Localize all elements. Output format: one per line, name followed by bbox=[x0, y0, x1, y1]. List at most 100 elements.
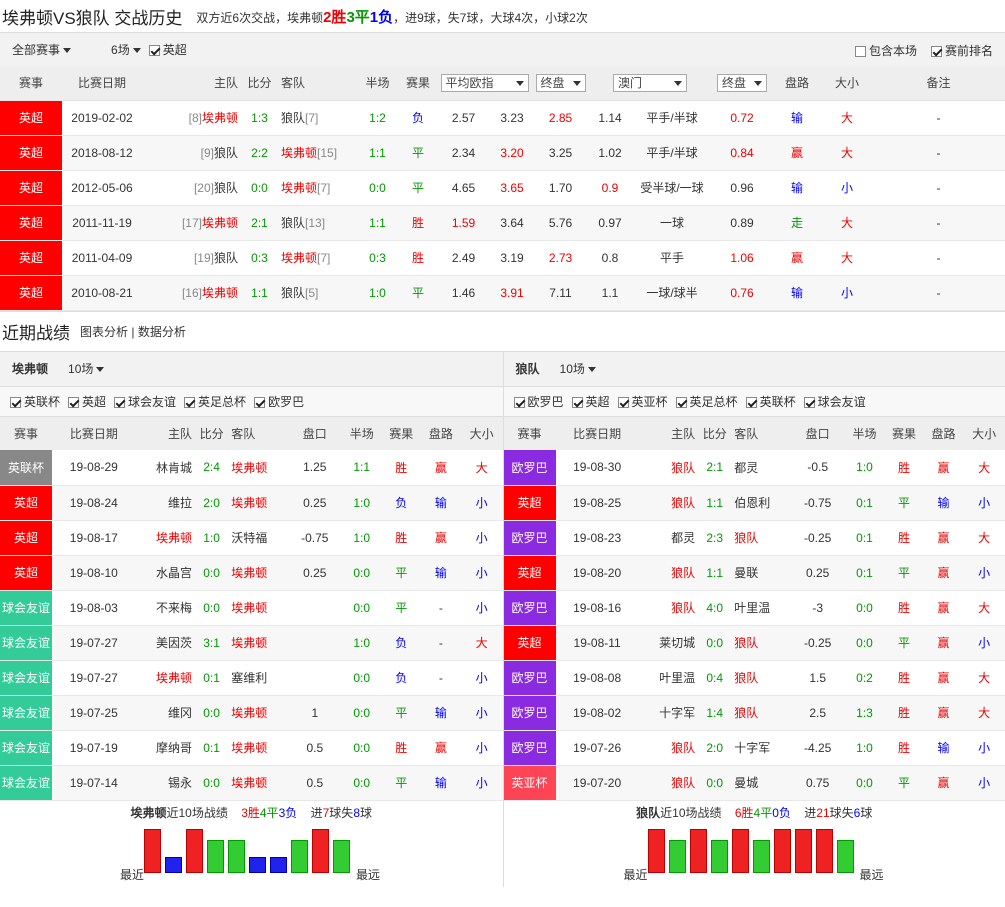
home-team[interactable]: 莱切城 bbox=[638, 625, 700, 661]
league-badge[interactable]: 欧罗巴 bbox=[503, 695, 556, 731]
match-count-dropdown[interactable]: 10场 bbox=[560, 360, 596, 377]
away-team[interactable]: 曼联 bbox=[730, 555, 791, 591]
home-team[interactable]: 摩纳哥 bbox=[135, 730, 196, 766]
competition-dropdown[interactable]: 全部赛事 bbox=[12, 41, 72, 58]
league-badge[interactable]: 英超 bbox=[0, 135, 62, 171]
match-score[interactable]: 0:0 bbox=[195, 695, 228, 731]
chart-analysis-link[interactable]: 图表分析 bbox=[80, 325, 128, 339]
league-badge[interactable]: 欧罗巴 bbox=[503, 450, 556, 486]
league-checkbox[interactable]: 英超 bbox=[148, 41, 187, 58]
away-team[interactable]: 埃弗顿 bbox=[227, 765, 288, 801]
away-team[interactable]: 埃弗顿[7] bbox=[277, 170, 355, 206]
hcp-stage-select[interactable]: 终盘 bbox=[712, 66, 772, 101]
filter-checkbox[interactable]: 欧罗巴 bbox=[254, 393, 304, 410]
match-count-dropdown[interactable]: 6场 bbox=[111, 41, 141, 58]
league-badge[interactable]: 英超 bbox=[0, 485, 53, 521]
away-team[interactable]: 都灵 bbox=[730, 450, 791, 486]
match-score[interactable]: 0:0 bbox=[195, 555, 228, 591]
match-count-dropdown[interactable]: 10场 bbox=[68, 360, 105, 377]
home-team[interactable]: 都灵 bbox=[638, 520, 700, 556]
home-team[interactable]: 十字军 bbox=[638, 695, 700, 731]
league-badge[interactable]: 英超 bbox=[0, 100, 62, 136]
home-team[interactable]: 狼队 bbox=[638, 590, 700, 626]
match-score[interactable]: 0:0 bbox=[699, 625, 731, 661]
match-score[interactable]: 0:1 bbox=[195, 660, 228, 696]
away-team[interactable]: 狼队 bbox=[730, 695, 791, 731]
league-badge[interactable]: 英超 bbox=[0, 240, 62, 276]
league-badge[interactable]: 英超 bbox=[0, 520, 53, 556]
home-team[interactable]: [9]狼队 bbox=[142, 135, 242, 171]
match-score[interactable]: 0:0 bbox=[195, 590, 228, 626]
match-score[interactable]: 2:2 bbox=[242, 135, 277, 171]
away-team[interactable]: 埃弗顿 bbox=[227, 485, 288, 521]
home-team[interactable]: 不来梅 bbox=[135, 590, 196, 626]
away-team[interactable]: 十字军 bbox=[730, 730, 791, 766]
home-team[interactable]: [8]埃弗顿 bbox=[142, 100, 242, 136]
home-team[interactable]: 林肯城 bbox=[135, 450, 196, 486]
league-badge[interactable]: 英超 bbox=[0, 275, 62, 311]
away-team[interactable]: 埃弗顿 bbox=[227, 555, 288, 591]
match-score[interactable]: 1:1 bbox=[699, 485, 731, 521]
league-badge[interactable]: 英联杯 bbox=[0, 450, 53, 486]
away-team[interactable]: 埃弗顿[7] bbox=[277, 240, 355, 276]
home-team[interactable]: [19]狼队 bbox=[142, 240, 242, 276]
league-badge[interactable]: 英超 bbox=[503, 485, 556, 521]
match-score[interactable]: 0:4 bbox=[699, 660, 731, 696]
away-team[interactable]: 狼队[7] bbox=[277, 100, 355, 136]
home-team[interactable]: [20]狼队 bbox=[142, 170, 242, 206]
match-score[interactable]: 1:1 bbox=[699, 555, 731, 591]
match-score[interactable]: 2:3 bbox=[699, 520, 731, 556]
away-team[interactable]: 沃特福 bbox=[227, 520, 288, 556]
league-badge[interactable]: 欧罗巴 bbox=[503, 520, 556, 556]
filter-checkbox[interactable]: 英联杯 bbox=[10, 393, 60, 410]
league-badge[interactable]: 球会友谊 bbox=[0, 590, 53, 626]
match-score[interactable]: 3:1 bbox=[195, 625, 228, 661]
away-team[interactable]: 狼队 bbox=[730, 520, 791, 556]
away-team[interactable]: 曼城 bbox=[730, 765, 791, 801]
match-score[interactable]: 2:1 bbox=[242, 205, 277, 241]
match-score[interactable]: 4:0 bbox=[699, 590, 731, 626]
home-team[interactable]: 维拉 bbox=[135, 485, 196, 521]
home-team[interactable]: 锡永 bbox=[135, 765, 196, 801]
home-team[interactable]: 维冈 bbox=[135, 695, 196, 731]
pre-rank-checkbox[interactable]: 赛前排名 bbox=[930, 42, 993, 59]
match-score[interactable]: 2:0 bbox=[195, 485, 228, 521]
away-team[interactable]: 塞维利 bbox=[227, 660, 288, 696]
match-score[interactable]: 0:0 bbox=[195, 765, 228, 801]
league-badge[interactable]: 英超 bbox=[0, 205, 62, 241]
odds-stage-select[interactable]: 终盘 bbox=[533, 66, 588, 101]
home-team[interactable]: 狼队 bbox=[638, 485, 700, 521]
league-badge[interactable]: 球会友谊 bbox=[0, 695, 53, 731]
home-team[interactable]: 美因茨 bbox=[135, 625, 196, 661]
home-team[interactable]: [17]埃弗顿 bbox=[142, 205, 242, 241]
match-score[interactable]: 0:1 bbox=[195, 730, 228, 766]
away-team[interactable]: 埃弗顿 bbox=[227, 695, 288, 731]
league-badge[interactable]: 欧罗巴 bbox=[503, 660, 556, 696]
match-score[interactable]: 1:1 bbox=[242, 275, 277, 311]
filter-checkbox[interactable]: 球会友谊 bbox=[803, 393, 866, 410]
home-team[interactable]: 狼队 bbox=[638, 450, 700, 486]
filter-checkbox[interactable]: 英联杯 bbox=[745, 393, 796, 410]
away-team[interactable]: 埃弗顿 bbox=[227, 625, 288, 661]
filter-checkbox[interactable]: 英超 bbox=[571, 393, 610, 410]
away-team[interactable]: 埃弗顿 bbox=[227, 730, 288, 766]
filter-checkbox[interactable]: 球会友谊 bbox=[114, 393, 176, 410]
filter-checkbox[interactable]: 英足总杯 bbox=[184, 393, 246, 410]
filter-checkbox[interactable]: 英足总杯 bbox=[675, 393, 738, 410]
away-team[interactable]: 狼队[5] bbox=[277, 275, 355, 311]
match-score[interactable]: 2:1 bbox=[699, 450, 731, 486]
home-team[interactable]: 埃弗顿 bbox=[135, 660, 196, 696]
away-team[interactable]: 狼队[13] bbox=[277, 205, 355, 241]
match-score[interactable]: 1:0 bbox=[195, 520, 228, 556]
home-team[interactable]: [16]埃弗顿 bbox=[142, 275, 242, 311]
league-badge[interactable]: 英亚杯 bbox=[503, 765, 556, 801]
odds-type-select[interactable]: 平均欧指 bbox=[436, 66, 533, 101]
league-badge[interactable]: 球会友谊 bbox=[0, 625, 53, 661]
league-badge[interactable]: 英超 bbox=[503, 625, 556, 661]
home-team[interactable]: 水晶宫 bbox=[135, 555, 196, 591]
league-badge[interactable]: 英超 bbox=[0, 170, 62, 206]
away-team[interactable]: 狼队 bbox=[730, 625, 791, 661]
league-badge[interactable]: 英超 bbox=[503, 555, 556, 591]
league-badge[interactable]: 球会友谊 bbox=[0, 660, 53, 696]
away-team[interactable]: 埃弗顿 bbox=[227, 450, 288, 486]
